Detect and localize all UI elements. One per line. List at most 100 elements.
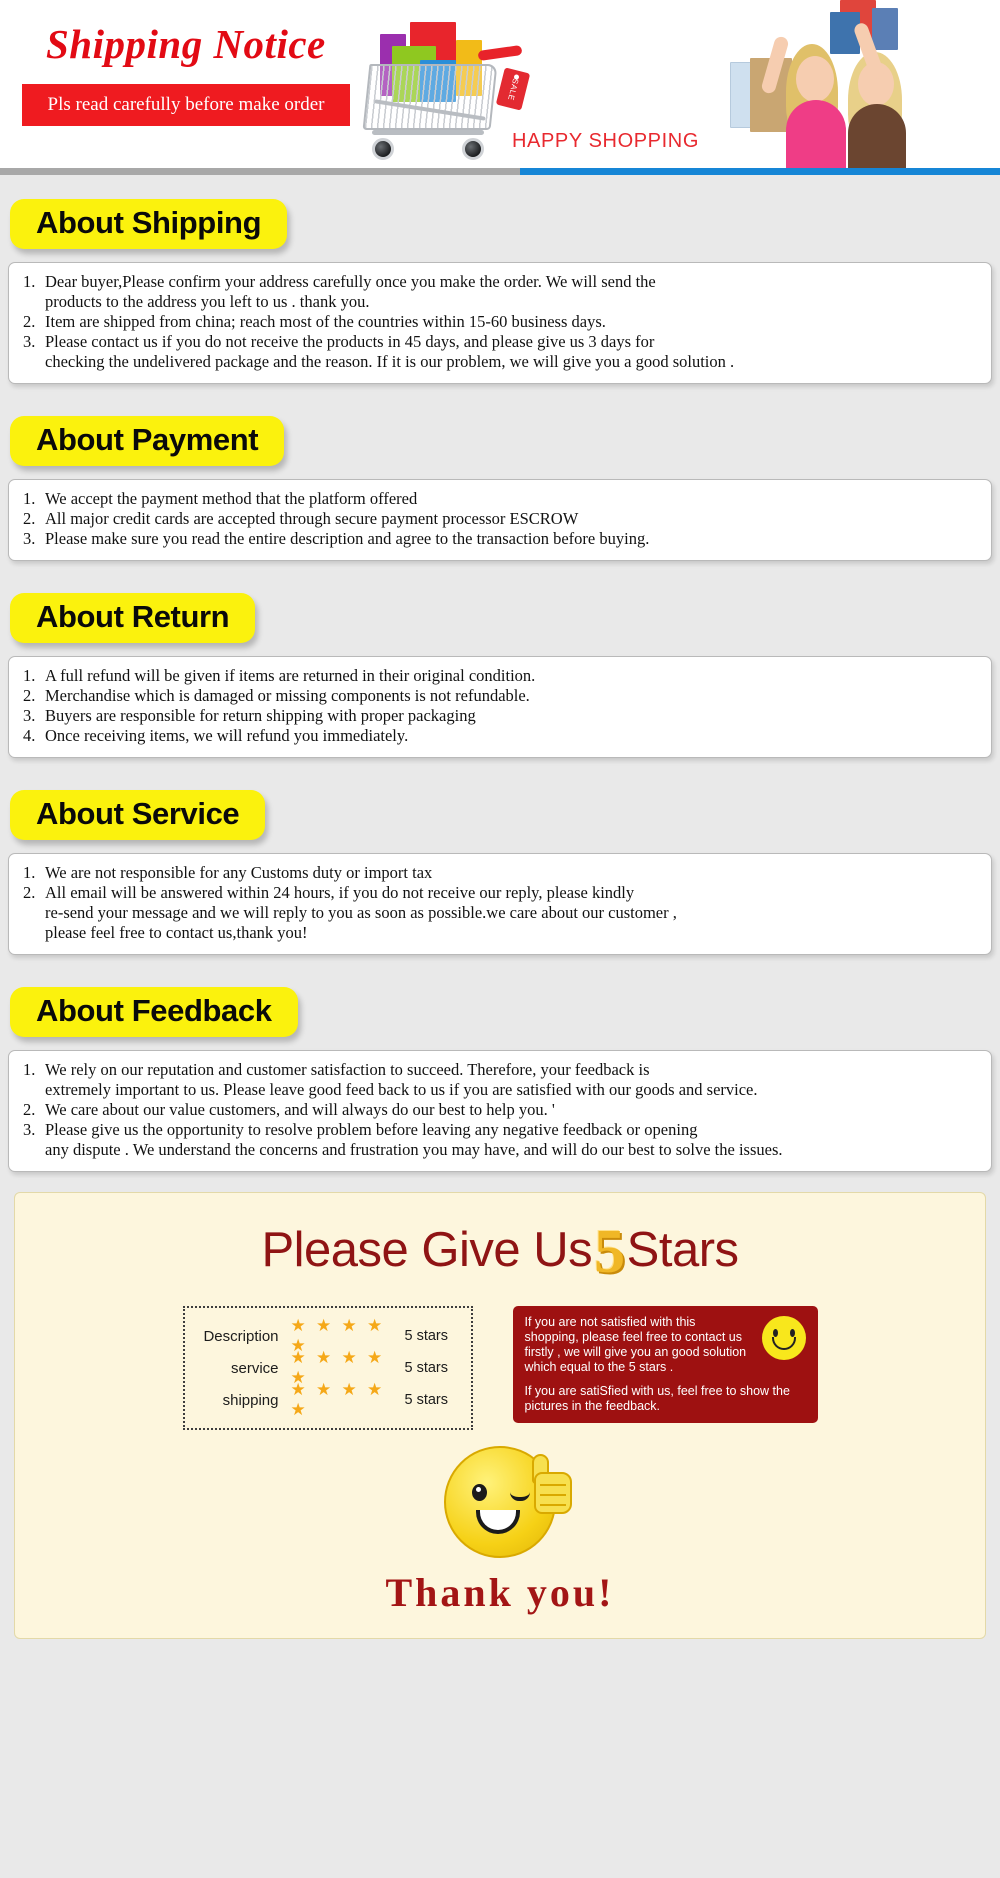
rating-value: 5 stars bbox=[404, 1328, 449, 1344]
list-item: 1. Dear buyer,Please confirm your address… bbox=[23, 272, 977, 312]
thumb-line-3 bbox=[540, 1504, 566, 1506]
happy-shopping-label: HAPPY SHOPPING bbox=[512, 130, 699, 152]
list-number: 2. bbox=[23, 883, 36, 902]
list-text-line1: We are not responsible for any Customs d… bbox=[45, 863, 433, 882]
headline-post: Stars bbox=[626, 1223, 739, 1277]
list-text-line1: Please give us the opportunity to resolv… bbox=[45, 1120, 698, 1139]
list-item: 3. Buyers are responsible for return ship… bbox=[23, 706, 977, 726]
list-text-line1: We rely on our reputation and customer s… bbox=[45, 1060, 650, 1079]
list-number: 3. bbox=[23, 529, 36, 548]
section-heading-feedback: About Feedback bbox=[10, 987, 298, 1037]
list-number: 2. bbox=[23, 1100, 36, 1119]
rating-value: 5 stars bbox=[404, 1360, 449, 1376]
list-item: 2. Item are shipped from china; reach mos… bbox=[23, 312, 977, 332]
list-text-line2: re-send your message and we will reply t… bbox=[45, 903, 677, 922]
headline-pre: Please Give Us bbox=[261, 1223, 593, 1277]
header-divider-blue bbox=[520, 168, 1000, 175]
list-text-line1: All major credit cards are accepted thro… bbox=[45, 509, 579, 528]
emoji-mouth bbox=[476, 1510, 520, 1534]
section-about-return: About Return 1. A full refund will be giv… bbox=[0, 593, 1000, 758]
list-text-line2: extremely important to us. Please leave … bbox=[45, 1080, 758, 1099]
sale-tag-label: SALE bbox=[505, 77, 521, 101]
list-text-line3: please feel free to contact us,thank you… bbox=[45, 923, 308, 942]
shipping-notice-page: Shipping Notice Pls read carefully befor… bbox=[0, 0, 1000, 1878]
service-list: 1. We are not responsible for any Customs… bbox=[23, 863, 977, 943]
section-about-feedback: About Feedback 1. We rely on our reputati… bbox=[0, 987, 1000, 1172]
page-title: Shipping Notice bbox=[46, 21, 326, 67]
feedback-list: 1. We rely on our reputation and customer… bbox=[23, 1060, 977, 1160]
star-icon-group: ★ ★ ★ ★ ★ bbox=[290, 1380, 386, 1419]
header-divider-gray bbox=[0, 168, 520, 175]
headline-digit-5: 5 bbox=[594, 1218, 625, 1286]
list-text-line1: A full refund will be given if items are… bbox=[45, 666, 536, 685]
section-card-service: 1. We are not responsible for any Customs… bbox=[8, 853, 992, 955]
list-text-line2: checking the undelivered package and the… bbox=[45, 352, 735, 371]
section-card-payment: 1. We accept the payment method that the … bbox=[8, 479, 992, 561]
list-text-line1: Merchandise which is damaged or missing … bbox=[45, 686, 530, 705]
list-number: 2. bbox=[23, 509, 36, 528]
list-text-line1: Once receiving items, we will refund you… bbox=[45, 726, 409, 745]
thumb-line-1 bbox=[540, 1484, 566, 1486]
thank-you-label: Thank you! bbox=[385, 1570, 615, 1615]
list-text-line1: We care about our value customers, and w… bbox=[45, 1100, 555, 1119]
list-number: 4. bbox=[23, 726, 36, 745]
section-heading-feedback-label: About Feedback bbox=[36, 993, 272, 1028]
list-number: 1. bbox=[23, 666, 36, 685]
section-heading-shipping-label: About Shipping bbox=[36, 205, 262, 240]
section-card-return: 1. A full refund will be given if items a… bbox=[8, 656, 992, 758]
list-text-line1: All email will be answered within 24 hou… bbox=[45, 883, 635, 902]
section-heading-payment-label: About Payment bbox=[36, 422, 259, 457]
return-list: 1. A full refund will be given if items a… bbox=[23, 666, 977, 746]
smiley-eye-left bbox=[772, 1329, 778, 1337]
list-number: 1. bbox=[23, 863, 36, 882]
page-header: Shipping Notice Pls read carefully befor… bbox=[0, 0, 1000, 175]
rating-table: Description ★ ★ ★ ★ ★ 5 stars service ★ … bbox=[182, 1306, 473, 1430]
list-item: 1. We rely on our reputation and customer… bbox=[23, 1060, 977, 1100]
read-carefully-banner: Pls read carefully before make order bbox=[22, 84, 350, 126]
list-text-line2: products to the address you left to us .… bbox=[45, 292, 370, 311]
body-left-shopper bbox=[786, 100, 846, 175]
thumb-palm bbox=[534, 1472, 572, 1514]
shopping-cart-illustration: SALE bbox=[358, 8, 538, 168]
list-item: 2. Merchandise which is damaged or missin… bbox=[23, 686, 977, 706]
list-item: 2. All email will be answered within 24 h… bbox=[23, 883, 977, 943]
list-text-line1: Dear buyer,Please confirm your address c… bbox=[45, 272, 656, 291]
list-text-line1: Please make sure you read the entire des… bbox=[45, 529, 650, 548]
section-heading-payment: About Payment bbox=[10, 416, 285, 466]
read-carefully-label: Pls read carefully before make order bbox=[47, 94, 325, 115]
list-item: 3. Please give us the opportunity to reso… bbox=[23, 1120, 977, 1160]
smiley-mouth bbox=[771, 1337, 796, 1350]
section-about-payment: About Payment 1. We accept the payment me… bbox=[0, 416, 1000, 561]
section-heading-service-label: About Service bbox=[36, 796, 240, 831]
body-right-shopper bbox=[848, 104, 906, 175]
rating-label: shipping bbox=[222, 1391, 279, 1409]
emoji-eye-wink bbox=[510, 1492, 530, 1501]
cart-frame-lower bbox=[372, 130, 484, 135]
list-number: 3. bbox=[23, 706, 36, 725]
head-left-shopper bbox=[796, 56, 834, 102]
section-card-shipping: 1. Dear buyer,Please confirm your address… bbox=[8, 262, 992, 384]
satisfaction-tip-box: If you are not satisfied with this shopp… bbox=[512, 1306, 818, 1423]
shopping-bag-navy-top bbox=[872, 8, 898, 50]
list-number: 1. bbox=[23, 1060, 36, 1079]
list-item: 1. A full refund will be given if items a… bbox=[23, 666, 977, 686]
five-stars-footer: Please Give Us5Stars Description ★ ★ ★ ★… bbox=[14, 1192, 986, 1639]
sale-tag: SALE bbox=[495, 67, 531, 111]
cart-wheel-right bbox=[462, 138, 484, 160]
smiley-eye-right bbox=[789, 1329, 795, 1337]
section-heading-service: About Service bbox=[10, 790, 266, 840]
five-stars-headline: Please Give Us5Stars bbox=[25, 1217, 975, 1288]
thumb-line-2 bbox=[540, 1494, 566, 1496]
cart-wheel-left bbox=[372, 138, 394, 160]
emoji-eye-open bbox=[472, 1484, 487, 1501]
list-item: 3. Please make sure you read the entire d… bbox=[23, 529, 977, 549]
rating-label: Description bbox=[203, 1327, 279, 1345]
list-number: 1. bbox=[23, 272, 36, 291]
list-text-line1: Item are shipped from china; reach most … bbox=[45, 312, 606, 331]
rating-value: 5 stars bbox=[404, 1392, 449, 1408]
